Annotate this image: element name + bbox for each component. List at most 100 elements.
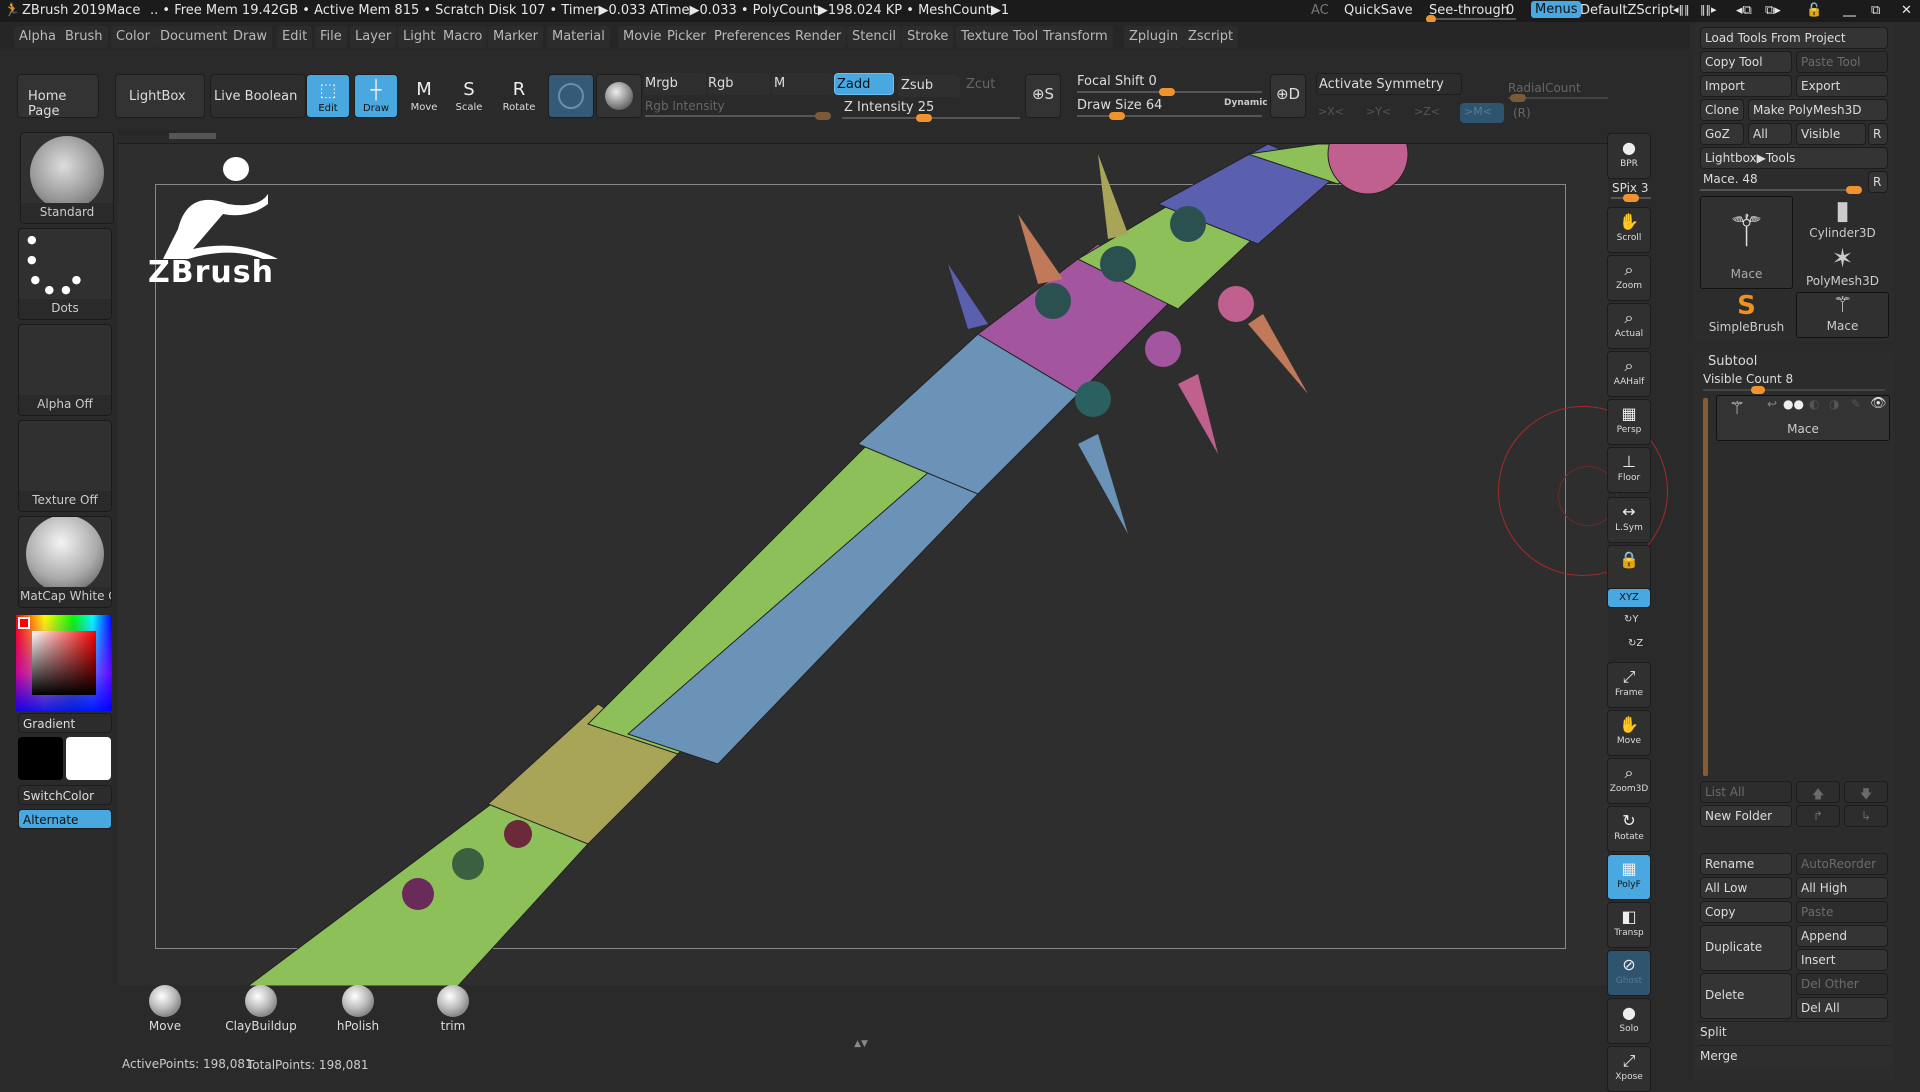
texture-thumbnail[interactable]: Texture Off [18, 420, 112, 512]
canvas-tab[interactable] [118, 130, 176, 136]
menu-macro[interactable]: Macro [438, 26, 488, 48]
mace-mesh[interactable] [118, 144, 1608, 986]
load-tools-button[interactable]: Load Tools From Project [1700, 27, 1888, 49]
next-layout-icon[interactable]: ⧉▸ [1765, 3, 1781, 18]
menu-alpha[interactable]: Alpha [14, 26, 61, 48]
slider-knob[interactable] [1159, 88, 1175, 96]
shelf-xpose-button[interactable]: ⤢ Xpose [1607, 1046, 1651, 1092]
shelf-polyf-button[interactable]: ▦ PolyF [1607, 854, 1651, 900]
goz-visible-button[interactable]: Visible [1796, 123, 1866, 145]
menu-zscript[interactable]: Zscript [1183, 26, 1239, 48]
brush-selector-button[interactable] [548, 74, 594, 118]
shelf-transp-button[interactable]: ◧ Transp [1607, 902, 1651, 948]
rotate-y-button[interactable]: ↻Y [1624, 614, 1639, 625]
see-through-slider[interactable] [1426, 15, 1516, 23]
gradient-button[interactable]: Gradient [18, 713, 112, 733]
goz-all-button[interactable]: All [1748, 123, 1792, 145]
move-mode-button[interactable]: M Move [402, 74, 446, 118]
clone-button[interactable]: Clone [1700, 99, 1744, 121]
menu-edit[interactable]: Edit [277, 26, 313, 48]
menu-material[interactable]: Material [547, 26, 610, 48]
default-zscript-button[interactable]: DefaultZScript [1580, 3, 1674, 18]
copy-subtool-button[interactable]: Copy [1700, 901, 1792, 923]
slider-knob[interactable] [1846, 186, 1862, 194]
subtool-merge-icon[interactable]: ↩ [1767, 397, 1777, 411]
shelf-aahalf-button[interactable]: ⌕ AAHalf [1607, 351, 1651, 397]
stroke-thumbnail[interactable]: ● ● ● ● ● ● Dots [18, 228, 112, 320]
focal-shift-slider[interactable] [1077, 88, 1262, 96]
subtool-title[interactable]: Subtool [1708, 354, 1757, 369]
shelf-bpr-button[interactable]: ● BPR [1607, 133, 1651, 179]
delete-button[interactable]: Delete [1700, 973, 1792, 1019]
bottom-tray-handle[interactable]: ▲▼ [796, 1040, 926, 1049]
folder-in-button[interactable]: ↱ [1796, 805, 1840, 827]
menu-file[interactable]: File [315, 26, 347, 48]
material-thumbnail[interactable]: MatCap White Ca [18, 516, 112, 608]
slider-knob[interactable] [815, 112, 831, 120]
radial-count-slider[interactable] [1508, 94, 1608, 102]
shelf-solo-button[interactable]: ● Solo [1607, 998, 1651, 1044]
rgb-button[interactable]: Rgb [708, 73, 770, 95]
sym-y-button[interactable]: >Y< [1366, 105, 1391, 118]
menu-movie[interactable]: Movie [618, 26, 667, 48]
minimize-icon[interactable]: ⎽ [1843, 3, 1856, 18]
activate-symmetry-button[interactable]: Activate Symmetry [1316, 73, 1462, 95]
zcut-button[interactable]: Zcut [966, 77, 995, 92]
paste-subtool-button[interactable]: Paste [1796, 901, 1888, 923]
new-folder-button[interactable]: New Folder [1700, 805, 1792, 827]
zsub-button[interactable]: Zsub [898, 75, 960, 97]
expand-ui-icon[interactable]: ‖‖▸ [1700, 3, 1717, 16]
menu-document[interactable]: Document [155, 26, 233, 48]
insert-button[interactable]: Insert [1796, 949, 1888, 971]
auto-reorder-button[interactable]: AutoReorder [1796, 853, 1888, 875]
quick-brush-trim[interactable]: trim [413, 985, 493, 1033]
rgb-intensity-slider[interactable] [645, 112, 831, 120]
shelf-actual-button[interactable]: ⌕ Actual [1607, 303, 1651, 349]
menu-preferences[interactable]: Preferences [709, 26, 796, 48]
saturation-square[interactable] [32, 631, 96, 695]
slider-knob[interactable] [1623, 194, 1639, 202]
merge-section[interactable]: Merge [1696, 1045, 1892, 1067]
menu-transform[interactable]: Transform [1038, 26, 1113, 48]
subtool-brush-icon[interactable]: ✎ [1851, 397, 1861, 411]
spix-slider[interactable] [1611, 194, 1651, 202]
alternate-button[interactable]: Alternate [18, 809, 112, 829]
slider-knob[interactable] [1109, 112, 1125, 120]
shelf-zoom-button[interactable]: ⌕ Zoom [1607, 255, 1651, 301]
subtool-scrollbar[interactable] [1703, 398, 1708, 776]
close-icon[interactable]: ✕ [1901, 3, 1912, 18]
shelf-scroll-button[interactable]: ✋ Scroll [1607, 207, 1651, 253]
make-polymesh-button[interactable]: Make PolyMesh3D [1748, 99, 1888, 121]
alpha-thumbnail[interactable]: Alpha Off [18, 324, 112, 416]
rotate-xyz-button[interactable]: XYZ [1607, 588, 1651, 608]
folder-out-button[interactable]: ↳ [1844, 805, 1888, 827]
sym-m-button[interactable]: >M< [1460, 103, 1504, 123]
move-down-button[interactable]: 🡇 [1844, 781, 1888, 803]
sculptris-pro-button[interactable]: ⊕S [1025, 74, 1061, 118]
menu-zplugin[interactable]: Zplugin [1124, 26, 1184, 48]
tool-thumb-mace[interactable]: ⚚ Mace [1700, 196, 1793, 289]
rename-button[interactable]: Rename [1700, 853, 1792, 875]
rotate-mode-button[interactable]: R Rotate [497, 74, 541, 118]
menus-toggle[interactable]: Menus [1531, 1, 1582, 18]
shrink-ui-icon[interactable]: ◂‖‖ [1673, 3, 1690, 16]
shelf-zoom3d-button[interactable]: ⌕ Zoom3D [1607, 758, 1651, 804]
draw-size-slider[interactable] [1077, 112, 1262, 120]
import-button[interactable]: Import [1700, 75, 1792, 97]
subtool-item-mace[interactable]: ⚚ ↩ ●● ◐ ◑ ✎ 👁 Mace [1716, 395, 1890, 441]
shelf-lock-camera-button[interactable]: 🔒 [1607, 545, 1651, 591]
shelf-frame-button[interactable]: ⤢ Frame [1607, 662, 1651, 708]
rotate-z-button[interactable]: ↻Z [1628, 638, 1643, 649]
slider-knob[interactable] [1751, 386, 1765, 394]
append-button[interactable]: Append [1796, 925, 1888, 947]
move-up-button[interactable]: 🡅 [1796, 781, 1840, 803]
del-all-button[interactable]: Del All [1796, 997, 1888, 1019]
sym-z-button[interactable]: >Z< [1414, 105, 1440, 118]
menu-marker[interactable]: Marker [488, 26, 543, 48]
eye-icon[interactable]: 👁 [1870, 396, 1887, 411]
main-color-swatch[interactable] [18, 737, 63, 780]
lightbox-tools-button[interactable]: Lightbox▶Tools [1700, 147, 1888, 169]
tool-slider[interactable] [1700, 186, 1862, 194]
prev-layout-icon[interactable]: ◂⧉ [1736, 3, 1752, 18]
canvas-tab-active[interactable] [169, 133, 216, 139]
